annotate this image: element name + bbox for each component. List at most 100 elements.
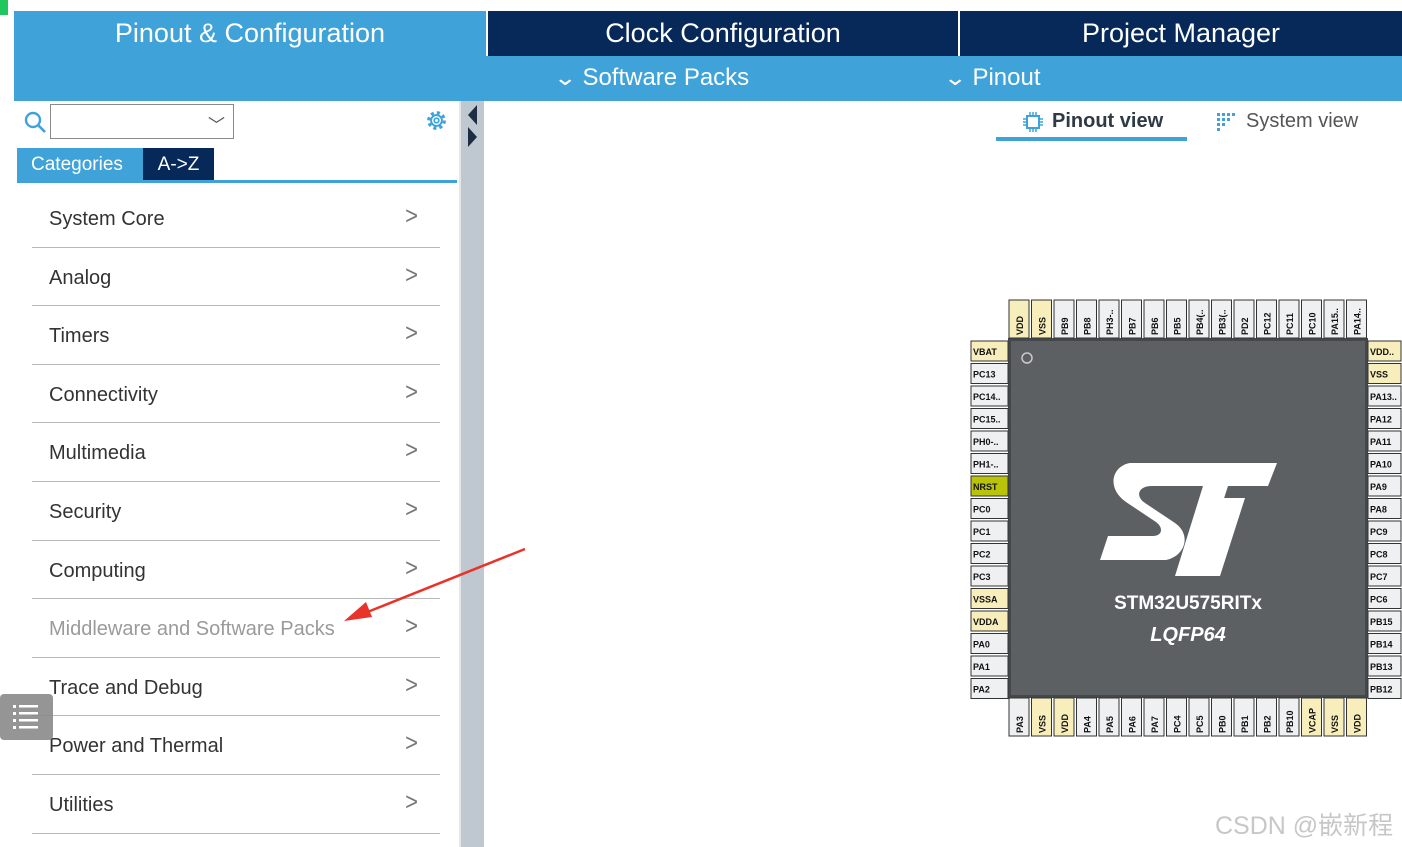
tab-project-manager[interactable]: Project Manager — [960, 11, 1402, 56]
pin-label: VBAT — [973, 347, 997, 357]
pin-label: PA6 — [1128, 716, 1138, 733]
pin-label: PB9 — [1060, 317, 1070, 335]
chevron-right-icon: > — [405, 669, 418, 699]
pin-label: VDD — [1060, 713, 1070, 733]
chevron-right-icon: > — [405, 494, 418, 523]
category-label: Timers — [49, 325, 110, 348]
category-label: Middleware and Software Packs — [49, 618, 335, 641]
pin-label: VSS — [1370, 370, 1388, 380]
tab-pinout-configuration[interactable]: Pinout & Configuration — [14, 11, 486, 56]
category-item-connectivity[interactable]: Connectivity > — [32, 365, 440, 424]
pin-label: PB0 — [1218, 715, 1228, 733]
pin-label: PB7 — [1128, 317, 1138, 335]
categories-panel: ﹀ Categories A->Z System Core > Analog > T… — [14, 101, 459, 847]
tab-pinout-view[interactable]: Pinout view — [1022, 110, 1163, 133]
pin-label: PD2 — [1240, 317, 1250, 335]
collapse-left-icon[interactable] — [468, 105, 477, 125]
pin-label: PA13.. — [1370, 392, 1397, 402]
expand-right-icon[interactable] — [468, 127, 477, 147]
tab-categories[interactable]: Categories — [17, 148, 143, 181]
pin-label: PC0 — [973, 505, 991, 515]
chevron-right-icon: > — [405, 201, 418, 230]
pin-label: PA8 — [1370, 505, 1387, 515]
search-combobox[interactable]: ﹀ — [50, 104, 234, 139]
pin-label: PC9 — [1370, 527, 1388, 537]
corner-indicator — [0, 0, 8, 15]
pin-label: PC10 — [1308, 312, 1318, 335]
pin-label: PA7 — [1150, 716, 1160, 733]
pin-label: PA2 — [973, 685, 990, 695]
tab-clock-configuration[interactable]: Clock Configuration — [488, 11, 958, 56]
pin-label: PC6 — [1370, 595, 1388, 605]
pin-label: PA4 — [1083, 716, 1093, 733]
tab-system-view[interactable]: System view — [1216, 110, 1358, 133]
category-label: System Core — [49, 208, 165, 230]
category-item-system-core[interactable]: System Core > — [32, 189, 440, 248]
pin-label: PC3 — [973, 572, 991, 582]
pin-label: VCAP — [1308, 708, 1318, 733]
pin-label: PB10 — [1285, 710, 1295, 733]
pin-label: VDD — [1353, 713, 1363, 733]
pinout-menu[interactable]: ⌄ Pinout — [943, 64, 1040, 92]
gear-icon[interactable] — [424, 108, 449, 133]
pin-label: PA10 — [1370, 460, 1392, 470]
category-item-power-thermal[interactable]: Power and Thermal > — [32, 716, 440, 775]
category-label: Computing — [49, 559, 146, 582]
pin-label: PB15 — [1370, 617, 1393, 627]
chevron-down-icon[interactable]: ﹀ — [208, 111, 225, 136]
category-item-utilities[interactable]: Utilities > — [32, 775, 440, 834]
category-tabs-underline — [17, 180, 457, 183]
tab-a-to-z[interactable]: A->Z — [143, 148, 214, 181]
pin-label: PH0-.. — [973, 437, 999, 447]
pin-label: PC1 — [973, 527, 991, 537]
pin-label: PB12 — [1370, 685, 1393, 695]
mcu-pinout-diagram[interactable]: STM32U575RITx LQFP64 VDD VSS PB9 PB8 PH3-.. P… — [970, 298, 1402, 740]
category-label: Connectivity — [49, 383, 158, 406]
chip-name: STM32U575RITx — [1114, 593, 1262, 614]
pin-label: PB5 — [1173, 317, 1183, 335]
software-packs-menu[interactable]: ⌄ Software Packs — [553, 64, 750, 92]
pin-label: PC2 — [973, 550, 991, 560]
software-packs-label: Software Packs — [582, 64, 750, 91]
category-item-analog[interactable]: Analog > — [32, 248, 440, 307]
pin-label: PH3-.. — [1105, 309, 1115, 335]
chevron-right-icon: > — [405, 435, 418, 465]
app-window: Pinout & Configuration Clock Configurati… — [0, 0, 1402, 847]
pin-label: PB6 — [1150, 317, 1160, 335]
category-label: Security — [49, 500, 122, 523]
pin-label: PC12 — [1263, 312, 1273, 335]
chevron-down-icon: ⌄ — [553, 65, 578, 90]
category-item-multimedia[interactable]: Multimedia > — [32, 423, 440, 482]
pin-label: PB13 — [1370, 662, 1393, 672]
watermark: CSDN @嵌新程 — [1215, 812, 1394, 840]
sub-menu-bar: ⌄ Software Packs ⌄ Pinout — [14, 56, 1402, 101]
pin-label: PB3(.. — [1218, 309, 1228, 335]
pin-label: VDD — [1015, 315, 1025, 335]
panel-splitter[interactable] — [459, 101, 484, 847]
pin-label: PC4 — [1173, 715, 1183, 733]
pin-label: PA5 — [1105, 716, 1115, 733]
chip-package: LQFP64 — [1150, 624, 1226, 646]
pin-label: PC14.. — [973, 392, 1001, 402]
pin-label: PC13 — [973, 370, 996, 380]
category-item-timers[interactable]: Timers > — [32, 306, 440, 365]
pin-label: PA15.. — [1330, 308, 1340, 335]
pin-label: PB2 — [1263, 715, 1273, 733]
pin-label: PB1 — [1240, 715, 1250, 733]
pin-label: NRST — [973, 482, 998, 492]
category-label: Analog — [49, 266, 112, 289]
pin-label: PA12 — [1370, 415, 1392, 425]
chip-icon — [1023, 111, 1043, 132]
pin-label: PA3 — [1015, 716, 1025, 733]
pin-label: PC15.. — [973, 415, 1001, 425]
category-label: Power and Thermal — [49, 735, 224, 758]
floating-menu-button[interactable] — [0, 694, 53, 740]
category-label: Trace and Debug — [49, 676, 203, 699]
system-view-label: System view — [1246, 110, 1359, 132]
chevron-right-icon: > — [405, 259, 418, 289]
search-icon[interactable] — [24, 111, 48, 135]
pin-label: PA1 — [973, 662, 990, 672]
category-item-trace-debug[interactable]: Trace and Debug > — [32, 658, 440, 717]
category-item-security[interactable]: Security > — [32, 482, 440, 541]
pin-label: PB14 — [1370, 640, 1393, 650]
